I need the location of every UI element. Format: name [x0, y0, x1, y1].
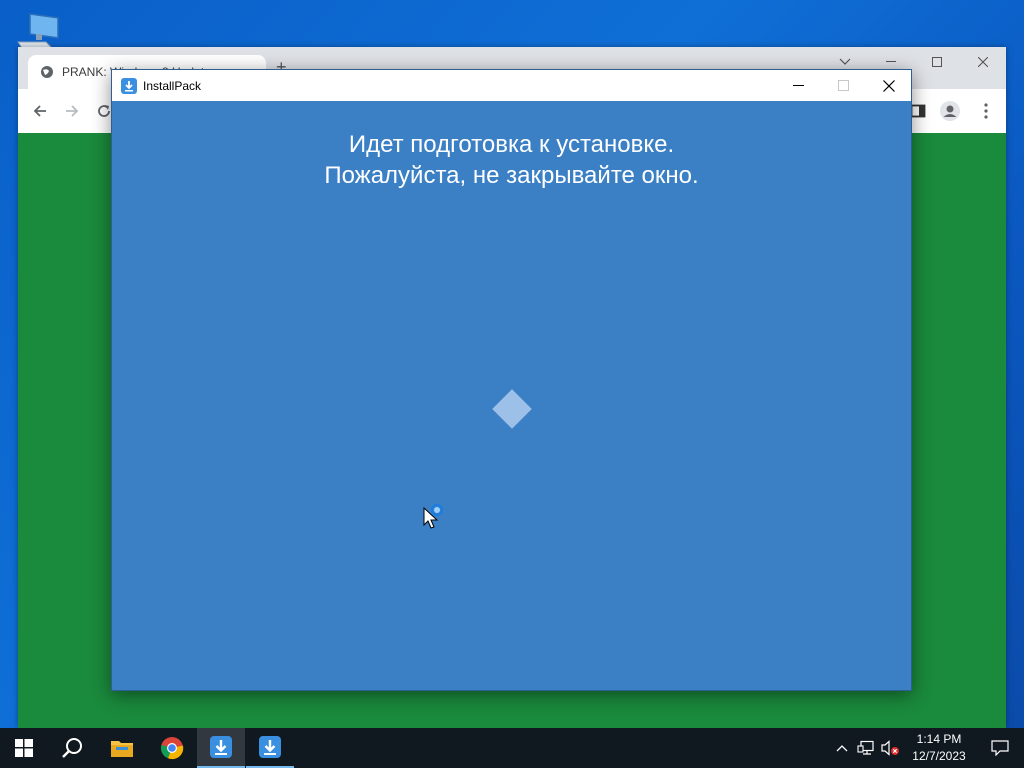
- installpack-body: Идет подготовка к установке. Пожалуйста,…: [112, 101, 911, 690]
- installpack-message: Идет подготовка к установке. Пожалуйста,…: [112, 129, 911, 191]
- network-button[interactable]: [854, 728, 878, 768]
- system-tray: 1:14 PM 12/7/2023: [830, 728, 1024, 768]
- volume-button[interactable]: [878, 728, 902, 768]
- installpack-title: InstallPack: [143, 78, 202, 93]
- taskbar: 1:14 PM 12/7/2023: [0, 728, 1024, 768]
- search-button[interactable]: [48, 728, 96, 768]
- file-explorer-icon: [111, 741, 133, 757]
- installpack-taskbar-button-2[interactable]: [246, 728, 294, 768]
- this-pc-icon: [17, 13, 59, 49]
- chrome-button[interactable]: [148, 728, 196, 768]
- notifications-button[interactable]: [976, 728, 1024, 768]
- volume-muted-icon: [881, 740, 899, 756]
- start-icon: [15, 739, 33, 757]
- menu-dots-icon[interactable]: [974, 99, 998, 123]
- installpack-window[interactable]: InstallPack Идет подготовка к установке.…: [111, 69, 912, 691]
- file-explorer-button[interactable]: [98, 728, 146, 768]
- clock-time: 1:14 PM: [916, 732, 962, 746]
- profile-avatar-icon[interactable]: [938, 99, 962, 123]
- busy-cursor-icon: [423, 503, 444, 529]
- back-arrow-icon[interactable]: [28, 99, 52, 123]
- installpack-titlebar[interactable]: InstallPack: [112, 70, 911, 101]
- installpack-icon: [259, 736, 281, 758]
- notification-icon: [991, 740, 1009, 756]
- browser-close-button[interactable]: [960, 47, 1006, 77]
- start-button[interactable]: [0, 728, 48, 768]
- installpack-minimize-button[interactable]: [776, 70, 821, 101]
- browser-maximize-button[interactable]: [914, 47, 960, 77]
- search-icon: [62, 738, 82, 758]
- show-hidden-icons-button[interactable]: [830, 728, 854, 768]
- taskbar-clock[interactable]: 1:14 PM 12/7/2023: [902, 731, 976, 765]
- globe-icon: [41, 66, 53, 78]
- network-icon: [857, 740, 874, 755]
- chevron-up-icon: [836, 745, 848, 752]
- clock-date: 12/7/2023: [912, 749, 966, 763]
- forward-arrow-icon[interactable]: [60, 99, 84, 123]
- installpack-icon: [210, 736, 232, 758]
- chrome-icon: [161, 737, 184, 760]
- installpack-close-button[interactable]: [866, 70, 911, 101]
- installpack-taskbar-button-1[interactable]: [197, 728, 245, 768]
- diamond-loader-icon: [492, 389, 532, 429]
- installpack-maximize-button: [821, 70, 866, 101]
- message-line-1: Идет подготовка к установке.: [348, 131, 675, 158]
- this-pc-desktop-icon[interactable]: [16, 8, 62, 50]
- message-line-2: Пожалуйста, не закрывайте окно.: [324, 162, 699, 189]
- installpack-icon: [121, 77, 137, 94]
